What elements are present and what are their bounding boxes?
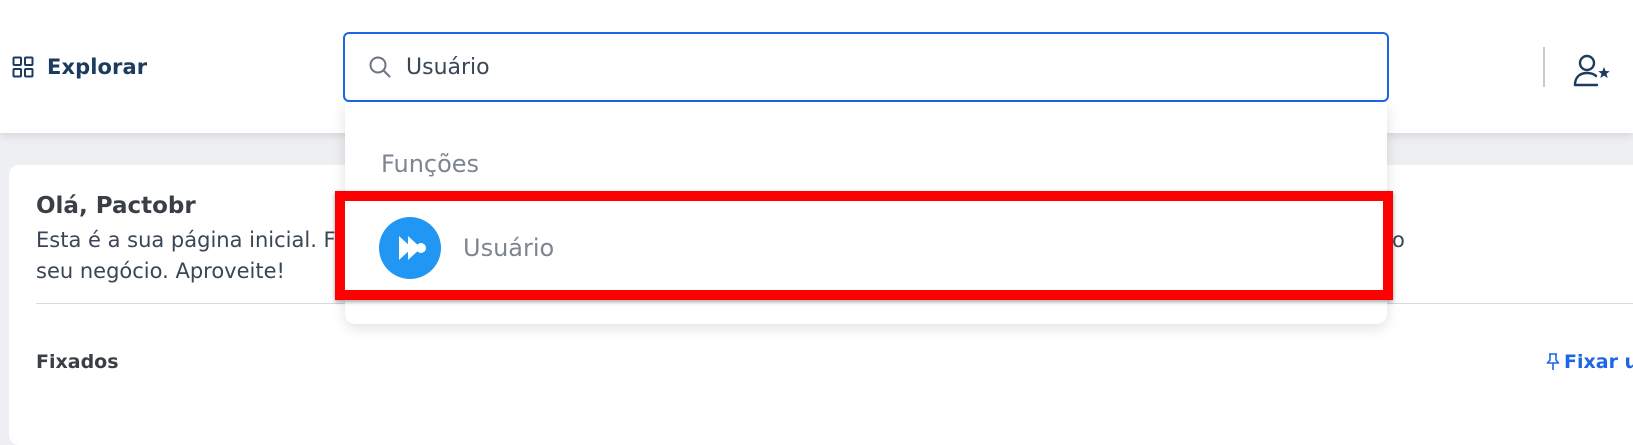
search-result-item[interactable]: Usuário (345, 208, 1387, 288)
pin-icon (1546, 353, 1560, 371)
search-icon (368, 55, 392, 79)
pin-link-label: Fixar u (1564, 351, 1633, 373)
header-divider (1543, 47, 1545, 87)
pin-link[interactable]: Fixar u (1546, 351, 1633, 373)
greeting-title: Olá, Pactobr (36, 193, 196, 219)
greeting-line-1-tail: o (1392, 228, 1405, 252)
grid-icon (12, 56, 34, 78)
search-input[interactable] (406, 54, 1306, 80)
pinned-title: Fixados (36, 351, 119, 373)
user-star-icon[interactable] (1571, 50, 1611, 90)
search-box[interactable] (343, 32, 1389, 102)
search-dropdown: Funções Usuário (345, 102, 1387, 324)
fast-forward-circle-icon (379, 217, 441, 279)
search-result-label: Usuário (463, 234, 555, 262)
greeting-line-1: Esta é a sua página inicial. F (36, 228, 336, 252)
dropdown-section-label: Funções (381, 150, 480, 178)
explore-button[interactable]: Explorar (12, 51, 147, 83)
explore-label: Explorar (47, 55, 148, 79)
